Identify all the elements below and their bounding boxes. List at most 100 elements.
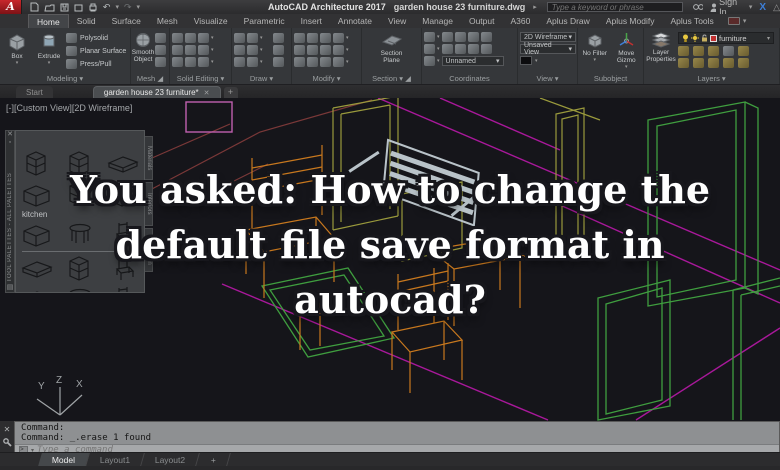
tab-start[interactable]: Start (16, 86, 53, 98)
press-pull-button[interactable]: Press/Pull (66, 59, 126, 69)
interfere-icon[interactable] (185, 45, 196, 55)
spline-icon[interactable] (234, 57, 245, 67)
palette-autohide-icon[interactable]: ▫ (9, 139, 11, 147)
fillet-edge-icon[interactable] (198, 33, 209, 43)
new-file-icon[interactable] (30, 2, 39, 12)
tab-layout1[interactable]: Layout1 (86, 453, 146, 466)
ucs-object-icon[interactable] (441, 44, 453, 54)
layer-freeze-icon[interactable] (693, 46, 704, 56)
ucs-caret-3[interactable]: ▾ (437, 58, 440, 64)
ucs-name-dropdown[interactable]: Unnamed ▾ (441, 56, 504, 66)
ribbon-display-icon[interactable] (727, 17, 740, 25)
panel-solid-editing-label[interactable]: Solid Editing ▾ (170, 74, 231, 84)
layer-unlock-all-icon[interactable] (738, 58, 749, 68)
panel-section-label[interactable]: Section ▾ ◢ (362, 74, 421, 84)
layer-color-swatch[interactable] (710, 34, 717, 42)
mesh-smooth-more-icon[interactable] (155, 57, 166, 67)
ucs-z-axis-icon[interactable] (454, 32, 466, 42)
panel-mesh-label[interactable]: Mesh ◢ (131, 74, 169, 84)
align-icon[interactable] (333, 57, 344, 67)
trim-icon[interactable] (320, 33, 331, 43)
tab-aplus-modify[interactable]: Aplus Modify (598, 14, 663, 28)
save-icon[interactable] (60, 3, 69, 12)
make-current-icon[interactable] (723, 46, 734, 56)
ucs-z-icon[interactable] (480, 44, 492, 54)
move-gizmo-button[interactable]: Move Gizmo ▾ (612, 30, 640, 74)
panel-view-label[interactable]: View ▾ (518, 74, 577, 84)
extract-edges-icon[interactable] (185, 33, 196, 43)
layer-thaw-all-icon[interactable] (693, 58, 704, 68)
tab-mesh[interactable]: Mesh (149, 14, 186, 28)
layer-dropdown-caret[interactable]: ▾ (767, 35, 770, 42)
ellipse-caret[interactable]: ▾ (260, 59, 271, 65)
autodesk-exchange-icon[interactable]: X (759, 2, 766, 13)
rotate-icon[interactable] (307, 33, 318, 43)
ucs-previous-icon[interactable] (424, 44, 435, 54)
move-icon[interactable] (294, 33, 305, 43)
scale-icon[interactable] (307, 45, 318, 55)
drawing-viewport[interactable]: [-][Custom View][2D Wireframe] ✕ ▫ TOOL … (0, 98, 780, 421)
layer-properties-button[interactable]: Layer Properties (646, 30, 676, 74)
plot-icon[interactable] (88, 3, 98, 12)
mirror-icon[interactable] (294, 45, 305, 55)
ucs-view-icon[interactable] (480, 32, 492, 42)
point-icon[interactable] (273, 57, 284, 67)
move-gizmo-caret[interactable]: ▾ (625, 65, 628, 71)
ucs-caret-1[interactable]: ▾ (437, 34, 440, 40)
layer-on-all-icon[interactable] (708, 58, 719, 68)
ucs-icon-toggle[interactable] (424, 56, 435, 66)
panel-modeling-label[interactable]: Modeling ▾ (0, 74, 130, 84)
close-drawing-icon[interactable]: ✕ (204, 89, 210, 97)
tab-annotate[interactable]: Annotate (330, 14, 380, 28)
tab-active-drawing[interactable]: garden house 23 furniture* ✕ (92, 86, 221, 98)
circle-icon[interactable] (247, 45, 258, 55)
planar-surface-button[interactable]: Planar Surface (66, 46, 126, 56)
mesh-refine-icon[interactable] (155, 33, 166, 43)
save-as-icon[interactable] (74, 3, 83, 12)
extrude-caret[interactable]: ▾ (48, 61, 51, 67)
tab-solid[interactable]: Solid (69, 14, 104, 28)
box-button[interactable]: Box ▾ (2, 30, 32, 74)
intersect-icon[interactable] (172, 57, 183, 67)
tab-insert[interactable]: Insert (293, 14, 330, 28)
ucs-origin-icon[interactable] (441, 32, 453, 42)
tab-model[interactable]: Model (38, 453, 91, 466)
redo-icon[interactable]: ↷ (124, 2, 132, 13)
taper-faces-icon[interactable] (198, 45, 209, 55)
offset-icon[interactable] (320, 57, 331, 67)
ucs-world-icon[interactable] (424, 32, 435, 42)
tab-view[interactable]: View (380, 14, 414, 28)
modify-caret-2[interactable]: ▾ (346, 47, 357, 53)
ucs-caret-2[interactable]: ▾ (437, 46, 440, 52)
separate-caret[interactable]: ▾ (211, 59, 222, 65)
arc-icon[interactable] (247, 33, 258, 43)
ribbon-display-caret[interactable]: ▾ (743, 17, 747, 25)
visual-style-dropdown[interactable]: 2D Wireframe ▾ (520, 32, 576, 42)
tab-visualize[interactable]: Visualize (186, 14, 236, 28)
panel-coordinates-label[interactable]: Coordinates (422, 74, 517, 84)
layer-unisolate-icon[interactable] (678, 58, 689, 68)
qat-customize-caret[interactable]: ▾ (137, 3, 141, 11)
taper-faces-caret[interactable]: ▾ (211, 47, 222, 53)
command-close-icon[interactable]: ✕ (4, 425, 11, 434)
undo-dropdown-caret[interactable]: ▾ (115, 3, 119, 11)
new-layout-button[interactable]: + (196, 453, 231, 466)
layer-lock-icon[interactable] (723, 58, 734, 68)
undo-icon[interactable]: ↶ (103, 2, 111, 13)
box-caret[interactable]: ▾ (16, 61, 19, 67)
mesh-add-crease-icon[interactable] (155, 45, 166, 55)
modify-caret-3[interactable]: ▾ (346, 59, 357, 65)
layer-off-icon[interactable] (708, 46, 719, 56)
sign-in-caret[interactable]: ▾ (749, 3, 753, 11)
array-icon[interactable] (320, 45, 331, 55)
exchange-search-icon[interactable] (693, 3, 703, 11)
tab-surface[interactable]: Surface (104, 14, 149, 28)
command-window[interactable]: Command: Command: _.erase 1 found >_ ▾ (14, 421, 780, 455)
application-menu-button[interactable]: A (0, 0, 22, 14)
open-file-icon[interactable] (44, 3, 55, 12)
help-search-input[interactable] (547, 2, 683, 12)
layer-on-bulb-icon[interactable] (682, 34, 689, 43)
layer-thaw-sun-icon[interactable] (691, 34, 699, 42)
polyline-icon[interactable] (234, 45, 245, 55)
union-icon[interactable] (172, 33, 183, 43)
